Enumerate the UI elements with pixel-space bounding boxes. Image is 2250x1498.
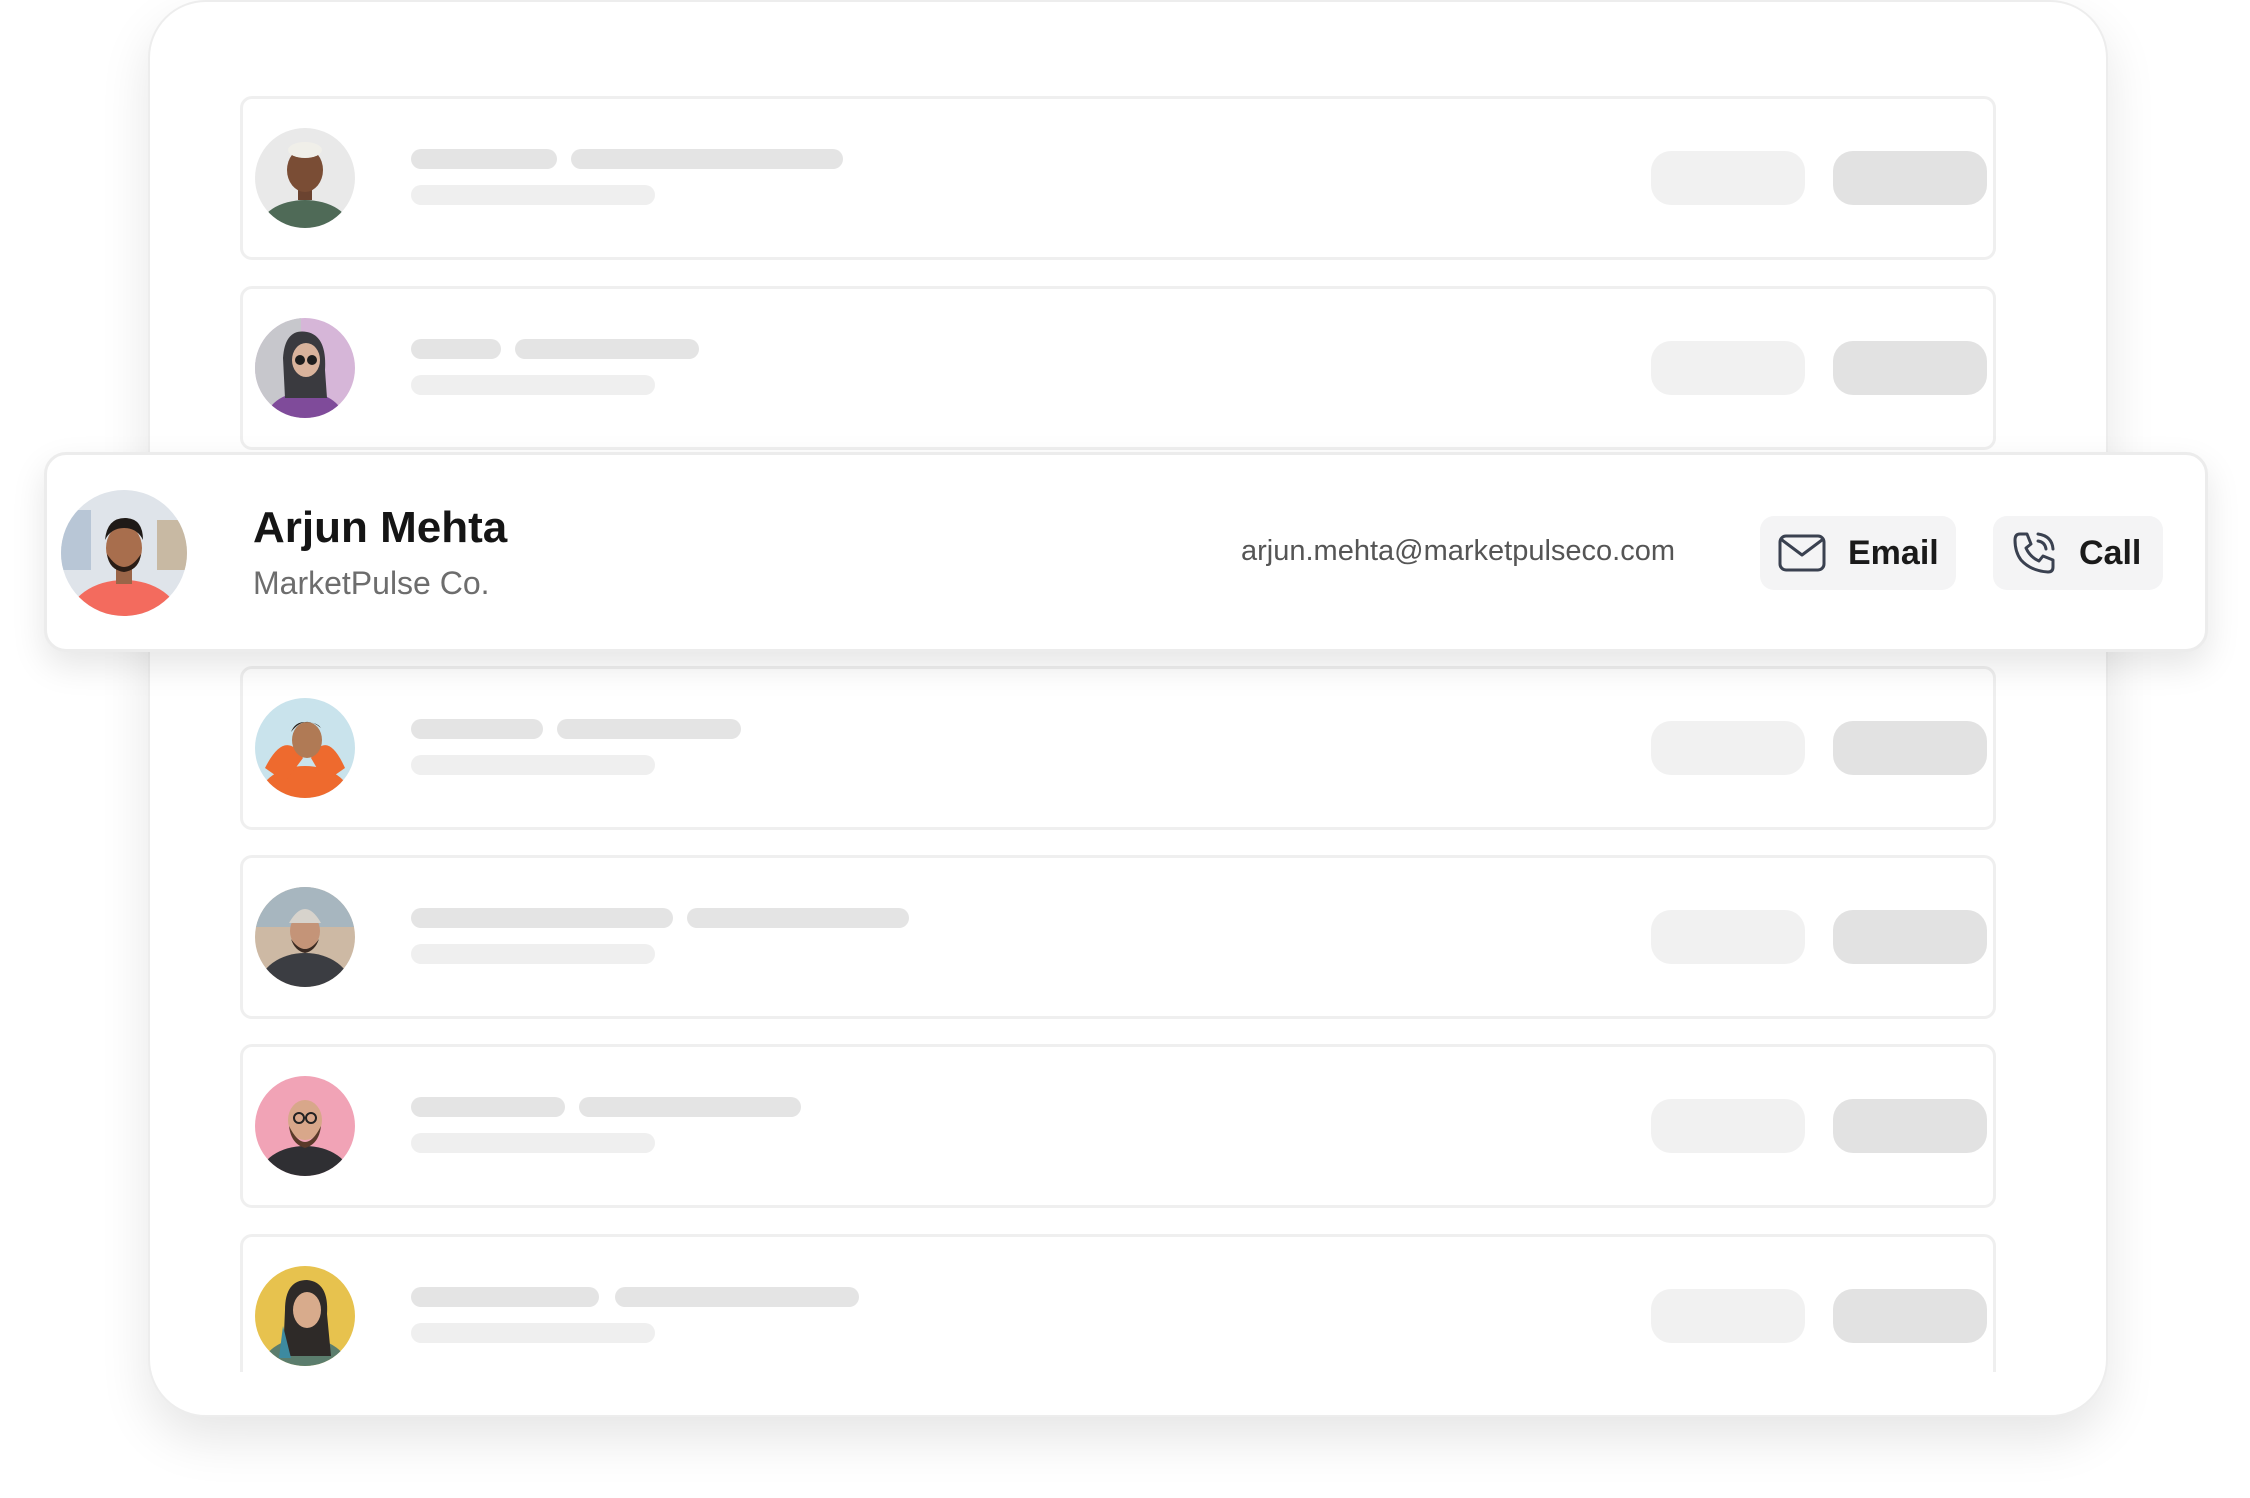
- list-item[interactable]: [240, 666, 1996, 830]
- skeleton-line: [411, 944, 655, 964]
- skeleton-line: [411, 755, 655, 775]
- skeleton-line: [411, 149, 557, 169]
- avatar: [255, 887, 355, 987]
- skeleton-line: [411, 1133, 655, 1153]
- list-item[interactable]: [240, 855, 1996, 1019]
- contact-email[interactable]: arjun.mehta@marketpulseco.com: [1241, 535, 1675, 568]
- skeleton-button: [1833, 721, 1987, 775]
- envelope-icon: [1778, 534, 1848, 572]
- contact-company: MarketPulse Co.: [253, 565, 490, 601]
- skeleton-line: [687, 908, 909, 928]
- avatar: [255, 698, 355, 798]
- call-button-label: Call: [2079, 533, 2142, 572]
- skeleton-button: [1833, 1289, 1987, 1343]
- skeleton-button: [1833, 1099, 1987, 1153]
- email-button-label: Email: [1848, 533, 1939, 572]
- contact-list: [240, 92, 1996, 1372]
- avatar: [61, 490, 187, 616]
- skeleton-line: [411, 1097, 565, 1117]
- skeleton-line: [411, 375, 655, 395]
- skeleton-line: [411, 185, 655, 205]
- skeleton-line: [515, 339, 699, 359]
- skeleton-button: [1651, 1289, 1805, 1343]
- skeleton-button: [1651, 910, 1805, 964]
- avatar: [255, 1266, 355, 1366]
- skeleton-button: [1651, 151, 1805, 205]
- skeleton-line: [411, 908, 673, 928]
- skeleton-button: [1651, 341, 1805, 395]
- skeleton-line: [411, 1287, 599, 1307]
- contact-name: Arjun Mehta: [253, 503, 508, 552]
- skeleton-line: [411, 1323, 655, 1343]
- skeleton-line: [411, 339, 501, 359]
- list-item[interactable]: [240, 1234, 1996, 1372]
- list-item[interactable]: [240, 1044, 1996, 1208]
- highlighted-contact-card[interactable]: Arjun Mehta MarketPulse Co. arjun.mehta@…: [44, 452, 2208, 652]
- avatar: [255, 128, 355, 228]
- skeleton-line: [579, 1097, 801, 1117]
- skeleton-button: [1833, 151, 1987, 205]
- email-button[interactable]: Email: [1760, 516, 1956, 590]
- avatar: [255, 1076, 355, 1176]
- skeleton-button: [1833, 910, 1987, 964]
- skeleton-line: [571, 149, 843, 169]
- list-item[interactable]: [240, 96, 1996, 260]
- list-item[interactable]: [240, 286, 1996, 450]
- skeleton-button: [1651, 721, 1805, 775]
- phone-icon: [2011, 530, 2079, 576]
- skeleton-line: [615, 1287, 859, 1307]
- skeleton-line: [557, 719, 741, 739]
- call-button[interactable]: Call: [1993, 516, 2163, 590]
- skeleton-button: [1833, 341, 1987, 395]
- avatar: [255, 318, 355, 418]
- contacts-panel: [148, 0, 2108, 1417]
- skeleton-button: [1651, 1099, 1805, 1153]
- skeleton-line: [411, 719, 543, 739]
